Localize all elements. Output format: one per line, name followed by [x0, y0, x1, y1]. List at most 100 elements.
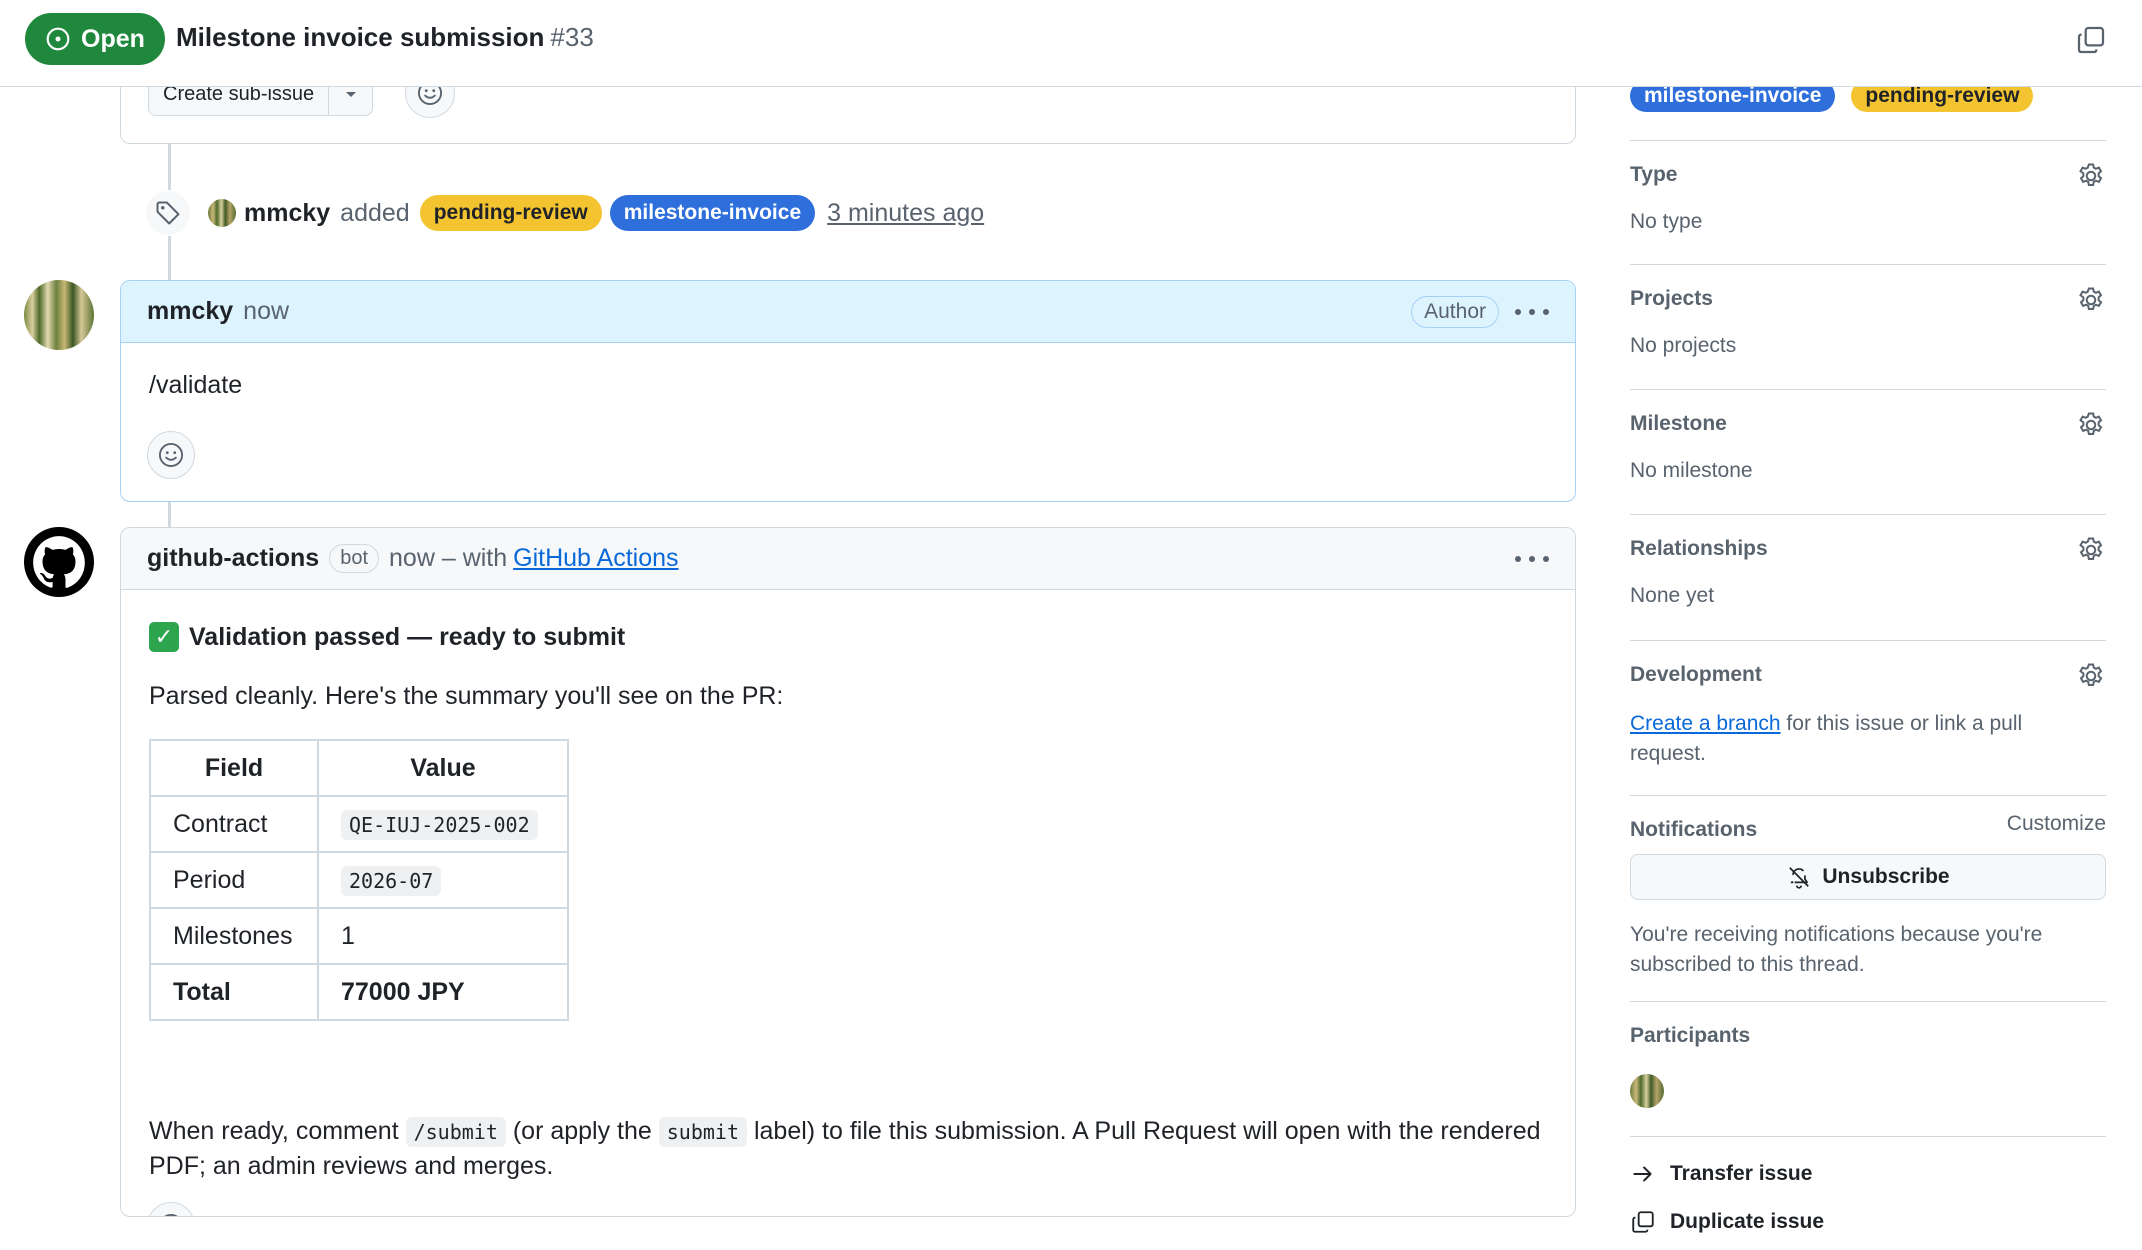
comment: github-actions bot now – with GitHub Act… — [120, 527, 1576, 1217]
sidebar-type: Type No type — [1630, 140, 2106, 264]
table-header: Value — [317, 739, 569, 797]
validation-heading: ✓ Validation passed — ready to submit — [149, 622, 625, 652]
customize-link[interactable]: Customize — [2007, 812, 2106, 836]
table-cell-field: Milestones — [149, 907, 319, 965]
issue-timeline: Create sub-issue mmcky added pending-rev… — [0, 0, 1600, 1250]
comment-author[interactable]: github-actions — [147, 544, 319, 573]
gear-icon[interactable] — [2076, 285, 2106, 315]
gear-icon[interactable] — [2076, 661, 2106, 691]
section-value: Create a branch for this issue or link a… — [1630, 709, 2100, 769]
section-title: Projects — [1630, 287, 1713, 310]
sidebar-actions: Transfer issue Duplicate issue — [1630, 1136, 2106, 1250]
notifications-reason: You're receiving notifications because y… — [1630, 923, 2043, 976]
timeline-line — [168, 236, 171, 280]
section-title: Type — [1630, 163, 1678, 186]
table-header-row: Field Value — [149, 739, 569, 797]
check-mark-icon: ✓ — [149, 622, 179, 652]
table-row: Contract QE-IUJ-2025-002 — [149, 795, 569, 853]
label-milestone-invoice[interactable]: milestone-invoice — [609, 195, 816, 231]
duplicate-icon — [1632, 1211, 1654, 1233]
event-action: added — [340, 198, 410, 227]
intro-text: Parsed cleanly. Here's the summary you'l… — [149, 682, 784, 710]
avatar[interactable] — [24, 527, 94, 597]
copy-icon[interactable] — [2075, 24, 2107, 56]
comment-header: github-actions bot now – with GitHub Act… — [121, 528, 1575, 590]
transfer-issue-button[interactable]: Transfer issue — [1630, 1161, 1812, 1187]
section-value: No milestone — [1630, 459, 1753, 482]
gear-icon[interactable] — [2076, 535, 2106, 565]
event-user[interactable]: mmcky — [244, 199, 330, 228]
comment-header: mmcky now Author — [121, 281, 1575, 343]
table-cell-field: Contract — [149, 795, 319, 853]
duplicate-issue-label: Duplicate issue — [1670, 1210, 1825, 1233]
sticky-issue-header: Open Milestone invoice submission #33 — [0, 0, 2142, 87]
avatar[interactable] — [208, 199, 236, 227]
add-reaction-button[interactable] — [147, 431, 195, 479]
comment-timestamp[interactable]: now — [243, 297, 289, 326]
smiley-icon — [164, 1213, 178, 1216]
table-cell-field: Period — [149, 851, 319, 909]
issue-title: Milestone invoice submission #33 — [176, 22, 594, 53]
issue-state-label: Open — [81, 24, 145, 53]
section-title: Relationships — [1630, 537, 1768, 560]
duplicate-issue-button[interactable]: Duplicate issue — [1630, 1209, 1824, 1235]
section-value: No projects — [1630, 334, 1737, 357]
table-cell-value: 2026-07 — [317, 851, 569, 909]
section-title: Development — [1630, 663, 1762, 686]
tag-icon — [146, 191, 190, 235]
timeline-line — [168, 502, 171, 527]
section-title: Participants — [1630, 1024, 1751, 1047]
table-cell-field: Total — [149, 963, 319, 1021]
table-cell-value: 1 — [317, 907, 569, 965]
github-octocat-icon — [33, 536, 85, 588]
transfer-issue-label: Transfer issue — [1670, 1162, 1813, 1185]
gear-icon[interactable] — [2076, 161, 2106, 191]
section-value: No type — [1630, 210, 1703, 233]
sidebar-development: Development Create a branch for this iss… — [1630, 640, 2106, 795]
section-value: None yet — [1630, 584, 1715, 607]
unsubscribe-button[interactable]: Unsubscribe — [1630, 854, 2106, 900]
table-row: Milestones 1 — [149, 907, 569, 965]
issue-opened-icon — [46, 27, 70, 51]
heading-text: Validation passed — ready to submit — [189, 622, 626, 651]
github-actions-link[interactable]: GitHub Actions — [513, 544, 678, 573]
submit-command-code: /submit — [405, 1117, 506, 1147]
comment: mmcky now Author /validate — [120, 280, 1576, 502]
bell-slash-icon — [1789, 867, 1810, 889]
create-branch-link[interactable]: Create a branch — [1630, 712, 1781, 735]
sidebar-projects: Projects No projects — [1630, 264, 2106, 389]
kebab-menu-icon[interactable] — [1515, 549, 1549, 569]
add-reaction-button[interactable] — [147, 1202, 195, 1216]
kebab-menu-icon[interactable] — [1515, 302, 1549, 322]
issue-state-badge: Open — [25, 13, 165, 65]
gear-icon[interactable] — [2076, 410, 2106, 440]
arrow-right-icon — [1633, 1166, 1652, 1182]
contract-code: QE-IUJ-2025-002 — [341, 809, 538, 840]
table-cell-value: QE-IUJ-2025-002 — [317, 795, 569, 853]
footer-part: (or apply the — [512, 1117, 652, 1145]
section-title: Notifications — [1630, 818, 1758, 841]
table-cell-value: 77000 JPY — [317, 963, 569, 1021]
footer-text: When ready, comment /submit (or apply th… — [149, 1114, 1549, 1183]
smiley-icon — [158, 442, 184, 468]
timeline-line — [168, 144, 171, 190]
period-code: 2026-07 — [341, 865, 442, 896]
sidebar-participants: Participants — [1630, 1001, 2106, 1136]
event-timestamp[interactable]: 3 minutes ago — [827, 199, 984, 228]
author-badge: Author — [1411, 295, 1499, 328]
footer-part: When ready, comment — [149, 1117, 399, 1145]
issue-number: #33 — [550, 22, 594, 52]
issue-title-text: Milestone invoice submission — [176, 22, 545, 52]
avatar[interactable] — [24, 280, 94, 350]
unsubscribe-label: Unsubscribe — [1822, 865, 1950, 888]
issue-sidebar: milestone-invoice pending-review Type No… — [1630, 0, 2106, 1250]
comment-author[interactable]: mmcky — [147, 297, 233, 326]
table-row-total: Total 77000 JPY — [149, 963, 569, 1021]
sidebar-notifications: Notifications Customize Unsubscribe You'… — [1630, 795, 2106, 1001]
label-pending-review[interactable]: pending-review — [419, 195, 602, 231]
sidebar-milestone: Milestone No milestone — [1630, 389, 2106, 514]
label-event: mmcky added pending-review milestone-inv… — [146, 190, 984, 236]
avatar[interactable] — [1630, 1074, 1664, 1108]
sidebar-relationships: Relationships None yet — [1630, 514, 2106, 640]
submit-label-code: submit — [658, 1117, 748, 1147]
